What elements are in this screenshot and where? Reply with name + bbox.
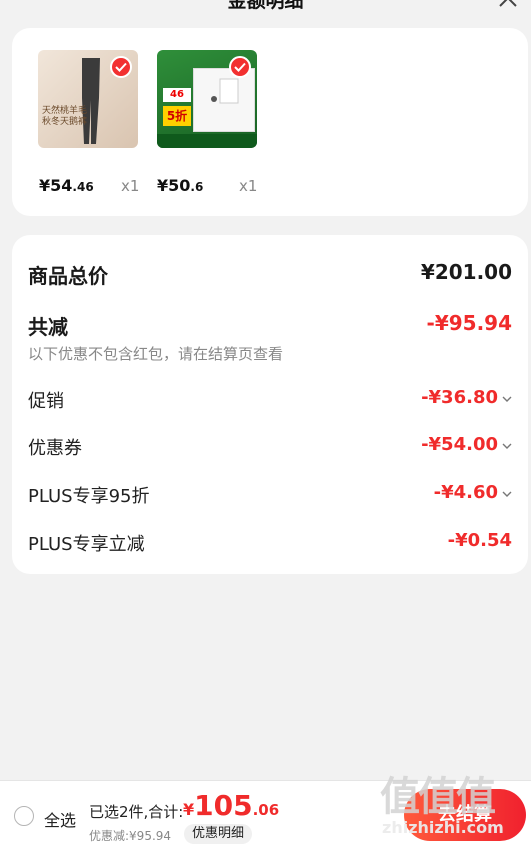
plus-reduction-row: PLUS专享立减 -¥0.54 xyxy=(28,530,512,555)
socket-image xyxy=(193,68,255,132)
discount-detail-button[interactable]: 优惠明细 xyxy=(184,824,252,844)
product-thumbnail-socket[interactable]: 46 5折 xyxy=(157,50,257,148)
product-thumbnail-leggings[interactable]: 天然桃羊毛 秋冬天鹅裤 xyxy=(38,50,138,148)
selected-check-icon[interactable] xyxy=(110,56,132,78)
chevron-down-icon[interactable] xyxy=(502,490,512,498)
promotion-label: 促销 xyxy=(28,391,64,412)
plus-discount-value: -¥4.60 xyxy=(433,482,498,503)
total-price-label: 商品总价 xyxy=(28,264,108,288)
promotion-value-wrap: -¥36.80 xyxy=(421,387,512,408)
item-quantity: x1 xyxy=(121,177,140,195)
checkout-button[interactable]: 去结算 xyxy=(404,789,526,841)
discount-note: 以下优惠不包含红包，请在结算页查看 xyxy=(28,345,284,363)
checkout-total: ¥105.06 xyxy=(183,789,280,822)
coupon-label: 优惠券 xyxy=(28,438,82,459)
item-price: ¥50.6 xyxy=(157,176,204,195)
chevron-down-icon[interactable] xyxy=(502,442,512,450)
saved-value: -¥95.94 xyxy=(426,311,512,335)
coupon-value-wrap: -¥54.00 xyxy=(421,434,512,455)
chevron-down-icon[interactable] xyxy=(502,395,512,403)
thumb-discount-badge: 5折 xyxy=(163,106,191,126)
select-all-radio[interactable] xyxy=(14,806,34,826)
coupon-row[interactable]: 优惠券 -¥54.00 xyxy=(28,434,512,459)
plus-reduction-label: PLUS专享立减 xyxy=(28,534,145,555)
saved-label: 共减 xyxy=(28,315,68,339)
leggings-image xyxy=(82,58,100,144)
selection-summary: 已选2件,合计: xyxy=(89,803,184,821)
close-icon[interactable] xyxy=(497,0,519,8)
thumb-strip xyxy=(157,134,257,148)
promotion-row[interactable]: 促销 -¥36.80 xyxy=(28,387,512,412)
plus-reduction-value: -¥0.54 xyxy=(447,530,512,551)
goods-card: 天然桃羊毛 秋冬天鹅裤 46 5折 ¥54.46 x1 ¥50.6 x1 xyxy=(12,28,528,216)
promotion-value: -¥36.80 xyxy=(421,387,498,408)
item-price: ¥54.46 xyxy=(39,176,94,195)
select-all-label[interactable]: 全选 xyxy=(44,807,76,831)
price-breakdown-card: 商品总价 ¥201.00 共减 -¥95.94 以下优惠不包含红包，请在结算页查… xyxy=(12,235,528,574)
thumb-caption: 天然桃羊毛 秋冬天鹅裤 xyxy=(42,106,88,127)
plus-discount-row[interactable]: PLUS专享95折 -¥4.60 xyxy=(28,482,512,507)
plus-discount-value-wrap: -¥4.60 xyxy=(434,482,512,503)
item-quantity: x1 xyxy=(239,177,258,195)
selected-check-icon[interactable] xyxy=(229,56,251,78)
plus-discount-label: PLUS专享95折 xyxy=(28,486,150,507)
checkout-bar: 全选 已选2件,合计: ¥105.06 优惠减:¥95.94 优惠明细 去结算 xyxy=(0,780,531,849)
discount-summary: 优惠减:¥95.94 xyxy=(89,829,172,843)
sheet-title: 金额明细 xyxy=(227,0,304,12)
thumb-price-badge: 46 xyxy=(163,88,191,102)
coupon-value: -¥54.00 xyxy=(421,434,498,455)
total-price-value: ¥201.00 xyxy=(420,260,512,284)
